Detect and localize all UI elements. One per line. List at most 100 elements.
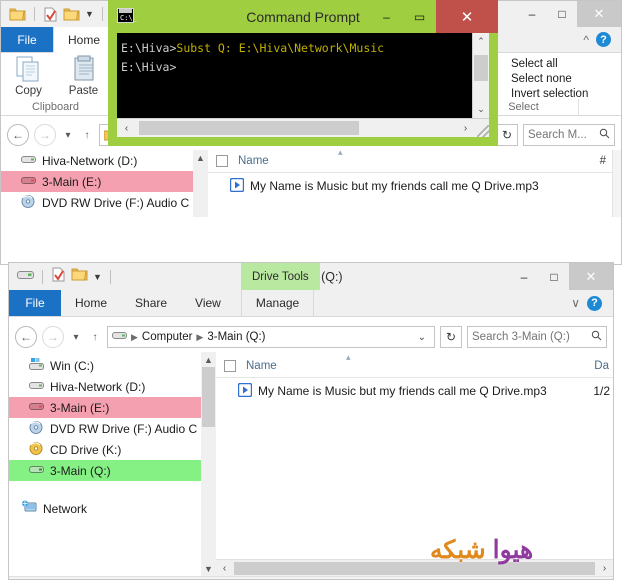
scroll-right-arrow[interactable]: ›: [456, 123, 475, 134]
chevron-up-icon[interactable]: ^: [583, 33, 589, 47]
tab-home[interactable]: Home: [61, 290, 121, 316]
dropdown-arrow-icon[interactable]: ▼: [93, 272, 102, 282]
nav-scrollbar-1[interactable]: ▲: [193, 150, 208, 217]
recent-locations-button[interactable]: ▾: [69, 332, 83, 343]
nav-item-hiva-network-d[interactable]: Hiva-Network (D:): [9, 376, 201, 397]
address-bar-2[interactable]: ← → ▾ ↑ ▶ Computer ▶ 3-Main (Q:) ⌄ ↻ Sea…: [9, 317, 613, 352]
tab-file[interactable]: File: [9, 290, 61, 316]
quick-access-toolbar-2[interactable]: ▼ 3-Main (Q:) Drive Tools – □ ✕: [9, 263, 613, 290]
column-name[interactable]: Name: [238, 155, 269, 167]
scrollbar-thumb[interactable]: [202, 367, 215, 427]
refresh-button[interactable]: ↻: [440, 326, 462, 348]
navigation-pane-2[interactable]: Win (C:) Hiva-Network (D:) 3-Main (E:) D…: [9, 352, 201, 576]
column-hash[interactable]: #: [600, 155, 606, 167]
properties-icon[interactable]: [43, 7, 58, 22]
list-hscrollbar-2[interactable]: ‹ ›: [216, 559, 613, 576]
select-all-checkbox[interactable]: [216, 155, 228, 167]
scroll-down-arrow[interactable]: ⌄: [473, 101, 489, 118]
nav-item-3main-e[interactable]: 3-Main (E:): [1, 171, 193, 192]
cmd-window-controls[interactable]: – ▭ ✕: [370, 0, 498, 33]
dropdown-arrow-icon[interactable]: ▼: [85, 9, 94, 19]
scroll-right-arrow[interactable]: ›: [596, 563, 613, 574]
details-view-button[interactable]: [560, 578, 580, 579]
maximize-button[interactable]: □: [547, 1, 577, 27]
refresh-button[interactable]: ↻: [496, 124, 518, 146]
close-button[interactable]: ✕: [436, 0, 498, 33]
minimize-button[interactable]: –: [370, 0, 403, 33]
scroll-up-arrow[interactable]: ▲: [193, 150, 208, 165]
nav-item-cd-drive-k[interactable]: CD Drive (K:): [9, 439, 201, 460]
chevron-down-icon[interactable]: ⌄: [414, 332, 430, 343]
back-button[interactable]: ←: [7, 124, 29, 146]
nav-item-win-c[interactable]: Win (C:): [9, 355, 201, 376]
search-input[interactable]: Search 3-Main (Q:): [472, 331, 570, 343]
close-button[interactable]: ✕: [569, 263, 613, 290]
scroll-down-arrow[interactable]: ▼: [201, 561, 216, 576]
ribbon-group-select[interactable]: Select all Select none Invert selection: [511, 55, 621, 100]
file-row[interactable]: My Name is Music but my friends call me …: [216, 378, 613, 404]
window-controls-1[interactable]: – □ ✕: [517, 1, 621, 27]
list-scrollbar-1[interactable]: [612, 150, 621, 217]
view-buttons[interactable]: [560, 578, 603, 580]
search-box-1[interactable]: Search M...: [523, 124, 615, 146]
column-header-2[interactable]: Name ▴ Da: [216, 352, 613, 378]
search-input[interactable]: Search M...: [528, 129, 587, 141]
close-button[interactable]: ✕: [577, 1, 621, 27]
breadcrumb-item-1[interactable]: 3-Main (Q:): [207, 331, 265, 343]
maximize-button[interactable]: ▭: [403, 0, 436, 33]
new-folder-icon[interactable]: [63, 7, 80, 21]
tab-home[interactable]: Home: [53, 27, 116, 53]
scroll-left-arrow[interactable]: ‹: [117, 123, 136, 134]
scrollbar-thumb[interactable]: [234, 561, 595, 575]
forward-button[interactable]: →: [42, 326, 64, 348]
column-name[interactable]: Name: [246, 360, 277, 372]
minimize-button[interactable]: –: [509, 263, 539, 290]
nav-item-dvd-rw-f[interactable]: DVD RW Drive (F:) Audio C: [9, 418, 201, 439]
nav-item-3main-e[interactable]: 3-Main (E:): [9, 397, 201, 418]
tab-file[interactable]: File: [1, 27, 53, 52]
forward-button[interactable]: →: [34, 124, 56, 146]
folder-icon[interactable]: [9, 7, 26, 21]
nav-item-network[interactable]: Network: [9, 498, 201, 519]
paste-button[interactable]: Paste: [57, 55, 111, 100]
select-all-item[interactable]: Select all: [511, 58, 621, 73]
nav-item-hiva-network-d[interactable]: Hiva-Network (D:): [1, 150, 193, 171]
column-date[interactable]: Da: [594, 360, 609, 372]
scrollbar-thumb[interactable]: [139, 121, 359, 135]
file-row[interactable]: My Name is Music but my friends call me …: [208, 173, 612, 199]
breadcrumb-2[interactable]: ▶ Computer ▶ 3-Main (Q:) ⌄: [107, 326, 435, 348]
new-folder-icon[interactable]: [71, 267, 88, 286]
up-button[interactable]: ↑: [88, 332, 102, 343]
cmd-titlebar[interactable]: C:\_ Command Prompt – ▭ ✕: [108, 0, 498, 33]
window-controls-2[interactable]: – □ ✕: [509, 263, 613, 290]
tab-share[interactable]: Share: [121, 290, 181, 316]
nav-item-dvd-rw-f[interactable]: DVD RW Drive (F:) Audio C: [1, 192, 193, 213]
tab-view[interactable]: View: [181, 290, 235, 316]
navigation-pane-1[interactable]: Hiva-Network (D:) 3-Main (E:) DVD RW Dri…: [1, 150, 193, 217]
column-header-1[interactable]: Name ▴ #: [208, 150, 612, 173]
console-output-area[interactable]: E:\Hiva>Subst Q: E:\Hiva\Network\Music E…: [117, 33, 489, 118]
scrollbar-thumb[interactable]: [474, 55, 488, 81]
console-hscrollbar[interactable]: ‹ ›: [117, 118, 489, 137]
select-all-checkbox[interactable]: [224, 360, 236, 372]
maximize-button[interactable]: □: [539, 263, 569, 290]
nav-item-3main-q[interactable]: 3-Main (Q:): [9, 460, 201, 481]
resize-grip[interactable]: [477, 125, 489, 137]
help-icon[interactable]: ?: [596, 32, 611, 47]
tab-manage[interactable]: Manage: [240, 290, 315, 316]
help-icon[interactable]: ?: [587, 295, 602, 311]
explorer-window-qdrive[interactable]: ▼ 3-Main (Q:) Drive Tools – □ ✕ File Hom…: [8, 262, 614, 580]
back-button[interactable]: ←: [15, 326, 37, 348]
properties-icon[interactable]: [51, 267, 66, 287]
scroll-up-arrow[interactable]: ▲: [201, 352, 216, 367]
console-vscrollbar[interactable]: ⌃ ⌄: [472, 33, 489, 118]
drive-icon[interactable]: [17, 268, 34, 286]
contextual-tab-drive-tools[interactable]: Drive Tools: [241, 263, 320, 290]
file-list-pane-1[interactable]: Name ▴ # My Name is Music but my friends…: [208, 150, 612, 217]
scroll-up-arrow[interactable]: ⌃: [473, 33, 489, 50]
recent-locations-button[interactable]: ▾: [61, 130, 75, 141]
chevron-down-icon[interactable]: ∨: [571, 296, 580, 310]
file-list-pane-2[interactable]: Name ▴ Da My Name is Music but my friend…: [216, 352, 613, 576]
thumbnail-view-button[interactable]: [583, 579, 603, 580]
up-button[interactable]: ↑: [80, 130, 94, 141]
